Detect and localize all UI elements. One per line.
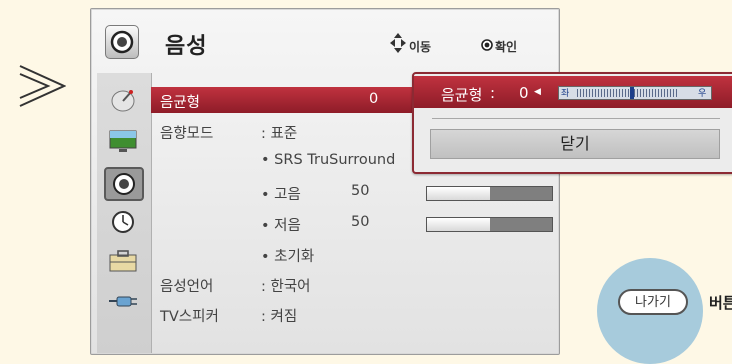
- row-label: TV스피커: [160, 309, 219, 325]
- close-button[interactable]: 닫기: [430, 129, 720, 159]
- ok-button-icon: [481, 39, 493, 51]
- balance-value: 0: [519, 84, 529, 102]
- treble-level-fill: [427, 187, 490, 200]
- sidebar-item-input[interactable]: [107, 287, 139, 315]
- plug-icon: [109, 296, 137, 307]
- menu-row-language[interactable]: 음성언어 : 한국어: [151, 271, 559, 297]
- row-value: 50: [351, 183, 370, 199]
- treble-level-bar[interactable]: [426, 186, 553, 201]
- row-value: 0: [369, 91, 379, 107]
- navigate-hint: 이동: [409, 40, 432, 54]
- row-sub-label: • 고음: [261, 187, 301, 203]
- menu-row-reset[interactable]: • 초기화: [151, 241, 559, 267]
- menu-row-bass[interactable]: • 저음 50: [151, 210, 559, 236]
- popup-divider: [432, 118, 720, 119]
- menu-header: 음성 이동 확인: [91, 9, 559, 73]
- ok-hint: 확인: [495, 40, 518, 54]
- menu-row-tv-speaker[interactable]: TV스피커 : 켜짐: [151, 301, 559, 327]
- satellite-dish-icon: [111, 90, 135, 112]
- callout-text: 버튼: [709, 294, 732, 312]
- navigate-arrows-icon: [390, 33, 406, 53]
- speaker-icon: [105, 25, 139, 59]
- clock-icon: [112, 211, 134, 233]
- tv-screen-icon: [109, 130, 137, 152]
- exit-button[interactable]: 나가기: [618, 289, 688, 315]
- row-label: 음균형: [160, 95, 201, 111]
- sidebar-item-picture[interactable]: [107, 127, 139, 155]
- pointer-arrow-icon: [19, 65, 66, 107]
- category-sidebar: [97, 73, 152, 353]
- toolbox-icon: [109, 250, 137, 272]
- menu-row-treble[interactable]: • 고음 50: [151, 179, 559, 205]
- row-sub-label: • 초기화: [261, 249, 315, 265]
- sidebar-item-satellite[interactable]: [107, 87, 139, 115]
- sound-settings-menu: 음성 이동 확인 음균형 0 음향모드: 표준 • SRS TruSurrou…: [90, 8, 560, 355]
- slider-thumb[interactable]: [630, 87, 634, 99]
- slider-ticks: [577, 89, 677, 97]
- slider-left-marker: 좌: [561, 89, 570, 99]
- speaker-icon: [113, 173, 135, 195]
- row-value: 50: [351, 214, 370, 230]
- row-value: : 켜짐: [261, 309, 298, 325]
- balance-separator: :: [490, 84, 496, 102]
- bass-level-fill: [427, 218, 490, 231]
- left-arrow-icon[interactable]: ◀: [534, 87, 541, 97]
- row-value: : 한국어: [261, 279, 311, 295]
- slider-right-marker: 우: [698, 89, 707, 99]
- sidebar-item-option[interactable]: [107, 247, 139, 275]
- page-title: 음성: [165, 34, 208, 59]
- balance-slider[interactable]: 좌 우: [558, 86, 712, 100]
- row-label: 음성언어: [160, 279, 214, 295]
- balance-label: 음균형: [441, 86, 483, 104]
- row-label: 음향모드: [160, 126, 214, 142]
- balance-popup: 음균형 : 0 ◀ 좌 우 닫기: [412, 72, 732, 174]
- bass-level-bar[interactable]: [426, 217, 553, 232]
- row-sub-label: • SRS TruSurround: [261, 152, 396, 168]
- sidebar-item-time[interactable]: [107, 208, 139, 236]
- row-sub-label: • 저음: [261, 218, 301, 234]
- sidebar-item-sound[interactable]: [104, 167, 144, 201]
- balance-row[interactable]: 음균형 : 0 ◀ 좌 우: [414, 76, 732, 108]
- row-value: : 표준: [261, 126, 298, 142]
